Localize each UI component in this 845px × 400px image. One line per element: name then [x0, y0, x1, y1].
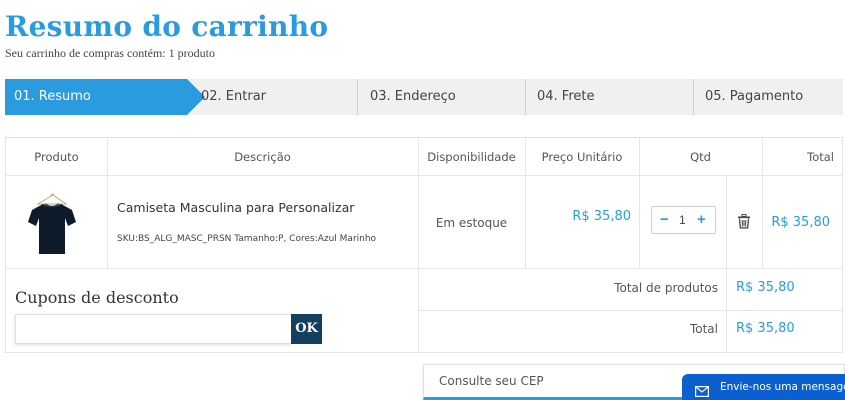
availability-status: Em estoque: [435, 216, 508, 230]
chat-label: Envie-nos uma mensagem: [720, 381, 845, 393]
tshirt-icon[interactable]: [24, 192, 80, 260]
cart-table: Produto Descrição Disponibilidade Preço …: [5, 137, 843, 353]
divider: [418, 310, 842, 311]
trash-icon[interactable]: [737, 214, 751, 234]
coupon-submit-button[interactable]: OK: [291, 314, 322, 344]
row-total: R$ 35,80: [771, 215, 830, 230]
envelope-icon: [695, 381, 710, 400]
step-address[interactable]: 03. Endereço: [357, 79, 525, 115]
minus-icon[interactable]: −: [660, 210, 669, 230]
plus-icon[interactable]: +: [697, 210, 706, 230]
divider: [418, 138, 419, 352]
quantity-stepper[interactable]: − 1 +: [651, 206, 716, 234]
step-login[interactable]: 02. Entrar: [201, 79, 266, 115]
chat-message-button[interactable]: Envie-nos uma mensagem: [682, 374, 845, 400]
step-summary[interactable]: 01. Resumo: [5, 79, 205, 115]
total-label: Total: [689, 322, 718, 336]
coupon-input[interactable]: [15, 314, 291, 344]
products-total-value: R$ 35,80: [736, 280, 795, 295]
col-header-description: Descrição: [234, 150, 291, 164]
product-details: SKU:BS_ALG_MASC_PRSN Tamanho:P, Cores:Az…: [117, 234, 377, 244]
products-total-label: Total de produtos: [614, 281, 718, 295]
col-header-qty: Qtd: [690, 150, 711, 164]
col-header-total: Total: [807, 150, 834, 164]
divider: [6, 268, 842, 269]
step-payment[interactable]: 05. Pagamento: [693, 79, 843, 115]
col-header-availability: Disponibilidade: [427, 150, 516, 164]
unit-price: R$ 35,80: [572, 209, 631, 224]
col-header-unit-price: Preço Unitário: [541, 150, 623, 164]
quantity-value[interactable]: 1: [679, 213, 686, 227]
coupon-title: Cupons de desconto: [15, 288, 179, 307]
checkout-steps: 01. Resumo 02. Entrar 03. Endereço 04. F…: [5, 79, 843, 115]
product-name[interactable]: Camiseta Masculina para Personalizar: [117, 200, 354, 215]
page-title: Resumo do carrinho: [5, 10, 329, 43]
divider: [726, 176, 727, 352]
total-value: R$ 35,80: [736, 321, 795, 336]
col-header-product: Produto: [34, 150, 79, 164]
divider: [6, 175, 842, 176]
step-shipping[interactable]: 04. Frete: [525, 79, 693, 115]
cart-count-text: Seu carrinho de compras contém: 1 produt…: [5, 46, 215, 60]
